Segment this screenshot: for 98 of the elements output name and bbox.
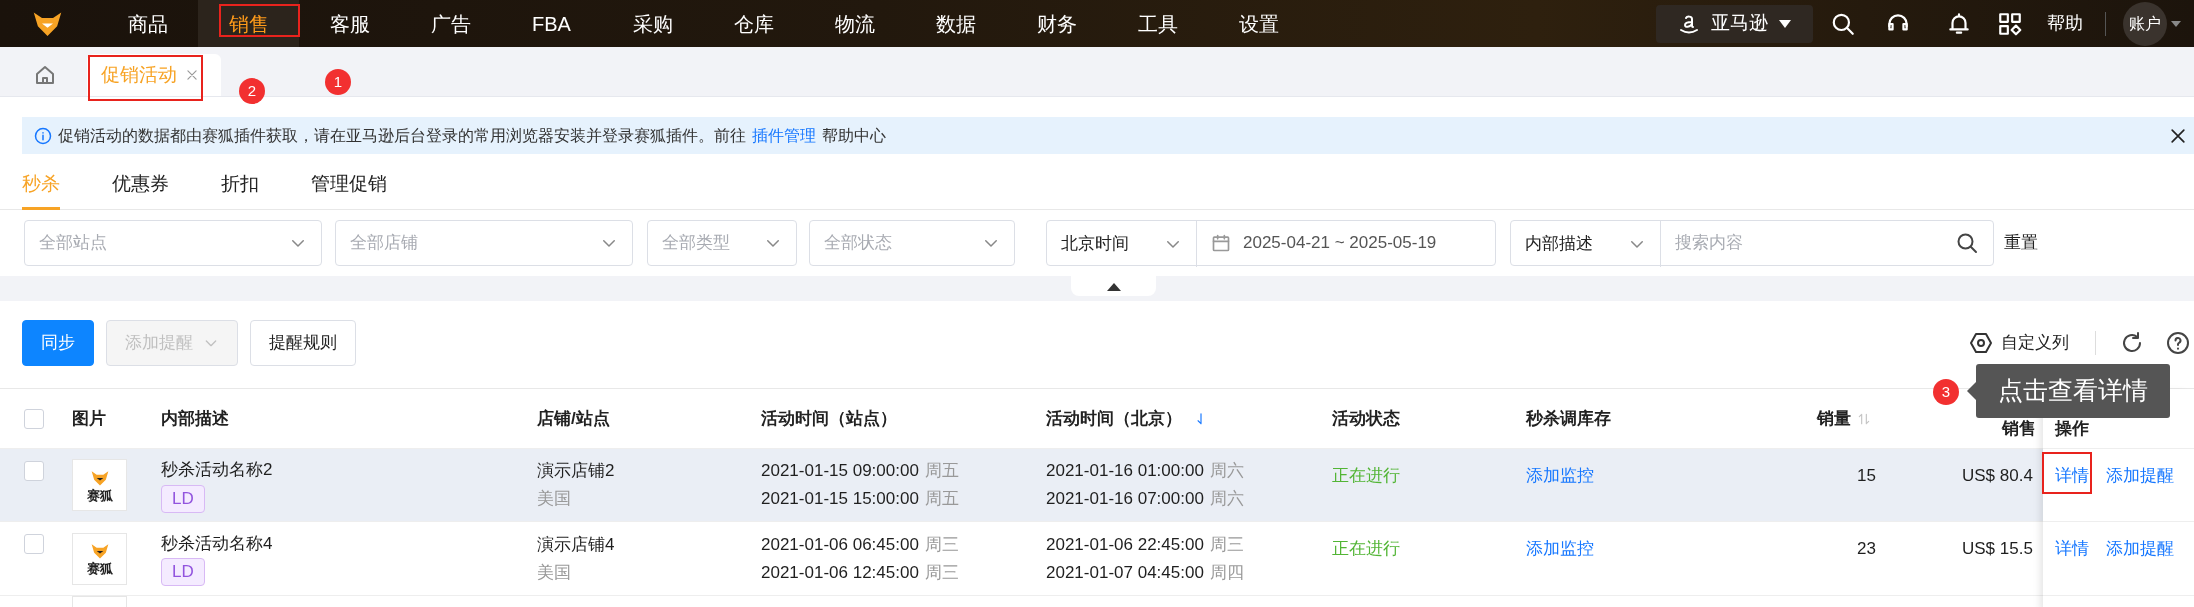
time-text: 2021-01-16 07:00:00 xyxy=(1046,488,1204,510)
time-text: 2021-01-15 09:00:00 xyxy=(761,460,919,482)
checkbox[interactable] xyxy=(24,408,44,429)
status-text: 正在进行 xyxy=(1332,466,1400,485)
column-header: 店铺/站点 xyxy=(537,407,610,430)
step-badge: 2 xyxy=(239,78,265,104)
tooltip-text: 点击查看详情 xyxy=(1998,375,2148,407)
thumbnail-caption: 赛狐 xyxy=(86,561,113,576)
sub-tab[interactable]: 管理促销 xyxy=(311,168,387,210)
table-row[interactable]: 赛狐 秒杀活动名称2 LD 演示店铺2 美国 2021-01-15 09:00:00 周五 2021-01-15 15:00:00 周五 2021-01-16 01:00:00 周六 2021-01-16 07:00:00 周六 正在进行 添加监控 15 US$ 80.4 xyxy=(0,449,2043,522)
nav-item[interactable]: 物流 xyxy=(804,0,905,47)
notice-text: 促销活动的数据都由赛狐插件获取，请在亚马逊后台登录的常用浏览器安装并登录赛狐插件。前往 xyxy=(58,125,746,146)
weekday-text: 周三 xyxy=(924,533,959,556)
nav-item[interactable]: 销售 xyxy=(198,0,299,47)
annotation-box xyxy=(2042,452,2092,494)
add-monitor-link[interactable]: 添加监控 xyxy=(1526,466,1594,485)
notice-link[interactable]: 插件管理 xyxy=(752,123,816,148)
weekday-text: 周六 xyxy=(1209,460,1244,482)
apps-icon[interactable] xyxy=(1997,10,2023,37)
nav-item[interactable]: 工具 xyxy=(1107,0,1208,47)
settings-icon xyxy=(1969,330,1993,355)
info-icon xyxy=(34,126,52,145)
type-tag: LD xyxy=(161,484,205,513)
marketplace-label: 亚马逊 xyxy=(1711,11,1768,36)
refresh-icon[interactable] xyxy=(2120,330,2144,355)
column-header: 活动时间（站点） xyxy=(761,407,897,430)
collapse-handle[interactable] xyxy=(1071,276,1156,296)
weekday-text: 周五 xyxy=(924,460,959,482)
nav-item[interactable]: 商品 xyxy=(97,0,198,47)
sub-tab[interactable]: 折扣 xyxy=(221,168,259,210)
nav-item[interactable]: FBA xyxy=(501,0,602,47)
column-header: 销量 xyxy=(1817,407,1851,430)
details-link[interactable]: 详情 xyxy=(2055,539,2089,558)
type-tag: LD xyxy=(161,558,205,587)
nav-item[interactable]: 仓库 xyxy=(703,0,804,47)
placeholder-text: 全部站点 xyxy=(39,232,107,255)
column-header: 活动状态 xyxy=(1332,407,1400,430)
help-center-link[interactable]: 帮助中心 xyxy=(822,123,886,148)
time-text: 2021-01-06 12:45:00 xyxy=(761,561,919,584)
custom-columns-button[interactable]: 自定义列 xyxy=(1969,329,2069,356)
weekday-text: 周六 xyxy=(1209,488,1244,510)
weekday-text: 周四 xyxy=(1209,561,1244,584)
column-header: 秒杀调库存 xyxy=(1526,407,1611,430)
site-name: 美国 xyxy=(537,488,572,510)
site-name: 美国 xyxy=(537,561,572,584)
revenue-value: US$ 15.5 xyxy=(1962,539,2033,558)
revenue-value: US$ 80.4 xyxy=(1962,466,2033,485)
nav-item[interactable]: 财务 xyxy=(1006,0,1107,47)
sales-count: 23 xyxy=(1857,538,1876,560)
caret-icon xyxy=(1778,18,1792,29)
weekday-text: 周三 xyxy=(924,561,959,584)
help-icon[interactable] xyxy=(2166,330,2190,355)
column-header: 销售 xyxy=(2002,417,2036,440)
activity-name: 秒杀活动名称4 xyxy=(161,532,273,555)
placeholder-text: 全部店铺 xyxy=(350,232,418,255)
column-header: 活动时间（北京） xyxy=(1046,407,1182,430)
nav-item[interactable]: 广告 xyxy=(400,0,501,47)
weekday-text: 周三 xyxy=(1209,533,1244,556)
add-reminder-link[interactable]: 添加提醒 xyxy=(2106,539,2174,558)
step-badge: 3 xyxy=(1933,379,1959,405)
sales-count: 15 xyxy=(1857,465,1876,487)
details-link[interactable]: 详情 xyxy=(2055,466,2089,485)
marketplace-select[interactable]: 亚马逊 xyxy=(1656,4,1813,43)
nav-item[interactable]: 设置 xyxy=(1208,0,1309,47)
time-text: 2021-01-15 15:00:00 xyxy=(761,488,919,510)
thumbnail-caption: 赛狐 xyxy=(86,487,113,503)
add-monitor-link[interactable]: 添加监控 xyxy=(1526,539,1594,558)
store-name: 演示店铺4 xyxy=(537,533,616,556)
toolbar-button[interactable]: 提醒规则 xyxy=(250,319,356,366)
reset-button[interactable]: 重置 xyxy=(2004,230,2038,256)
bell-icon[interactable] xyxy=(1946,10,1972,37)
toolbar-button[interactable]: 同步 xyxy=(22,319,94,366)
placeholder-text: 全部状态 xyxy=(824,232,892,255)
account-avatar[interactable]: 账户 xyxy=(2123,1,2167,46)
checkbox[interactable] xyxy=(24,534,44,554)
weekday-text: 周五 xyxy=(924,488,959,510)
tab-label: 促销活动 xyxy=(101,62,177,87)
help-link[interactable]: 帮助 xyxy=(2047,10,2083,37)
activity-name: 秒杀活动名称2 xyxy=(161,459,273,482)
add-reminder-link[interactable]: 添加提醒 xyxy=(2106,466,2174,485)
nav-item[interactable]: 采购 xyxy=(602,0,703,47)
column-header: 图片 xyxy=(72,407,106,430)
column-header: 内部描述 xyxy=(161,407,229,430)
nav-item[interactable]: 客服 xyxy=(299,0,400,47)
column-header: 操作 xyxy=(2055,417,2089,440)
store-name: 演示店铺2 xyxy=(537,460,616,482)
sub-tab[interactable]: 优惠券 xyxy=(112,168,169,210)
nav-item[interactable]: 数据 xyxy=(905,0,1006,47)
caret-icon xyxy=(2171,19,2181,28)
checkbox[interactable] xyxy=(24,461,44,481)
triangle-up-icon xyxy=(1106,281,1121,291)
time-text: 2021-01-06 22:45:00 xyxy=(1046,533,1204,556)
time-text: 2021-01-07 04:45:00 xyxy=(1046,561,1204,584)
status-text: 正在进行 xyxy=(1332,539,1400,558)
home-icon[interactable] xyxy=(33,63,57,87)
time-text: 2021-01-06 06:45:00 xyxy=(761,533,919,556)
time-text: 2021-01-16 01:00:00 xyxy=(1046,460,1204,482)
placeholder-text: 全部类型 xyxy=(662,232,730,255)
